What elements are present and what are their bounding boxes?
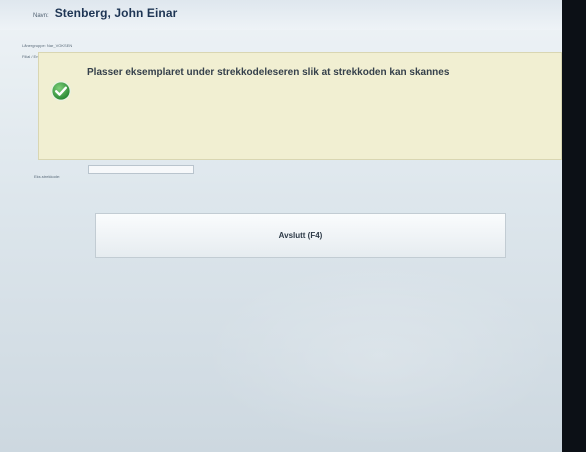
- patron-name-label: Navn:: [33, 13, 49, 19]
- patron-name-row: Navn: Stenberg, John Einar: [33, 6, 177, 24]
- kiosk-screen: Navn: Stenberg, John Einar Lånergruppe: …: [0, 0, 562, 452]
- barcode-input[interactable]: [88, 165, 194, 174]
- screen-glare: [200, 260, 560, 450]
- photo-frame: Navn: Stenberg, John Einar Lånergruppe: …: [0, 0, 586, 452]
- instruction-text: Plasser eksemplaret under strekkodeleser…: [87, 67, 450, 78]
- check-circle-icon: [51, 81, 71, 101]
- patron-group: Lånergruppe: Nar_VOKSEN: [22, 43, 73, 48]
- patron-name: Stenberg, John Einar: [54, 6, 178, 20]
- header-bar: Navn: Stenberg, John Einar: [0, 0, 562, 30]
- finish-button[interactable]: Avslutt (F4): [95, 213, 506, 258]
- instruction-panel: Plasser eksemplaret under strekkodeleser…: [38, 52, 562, 160]
- barcode-label: Eks.strekkode:: [34, 174, 61, 179]
